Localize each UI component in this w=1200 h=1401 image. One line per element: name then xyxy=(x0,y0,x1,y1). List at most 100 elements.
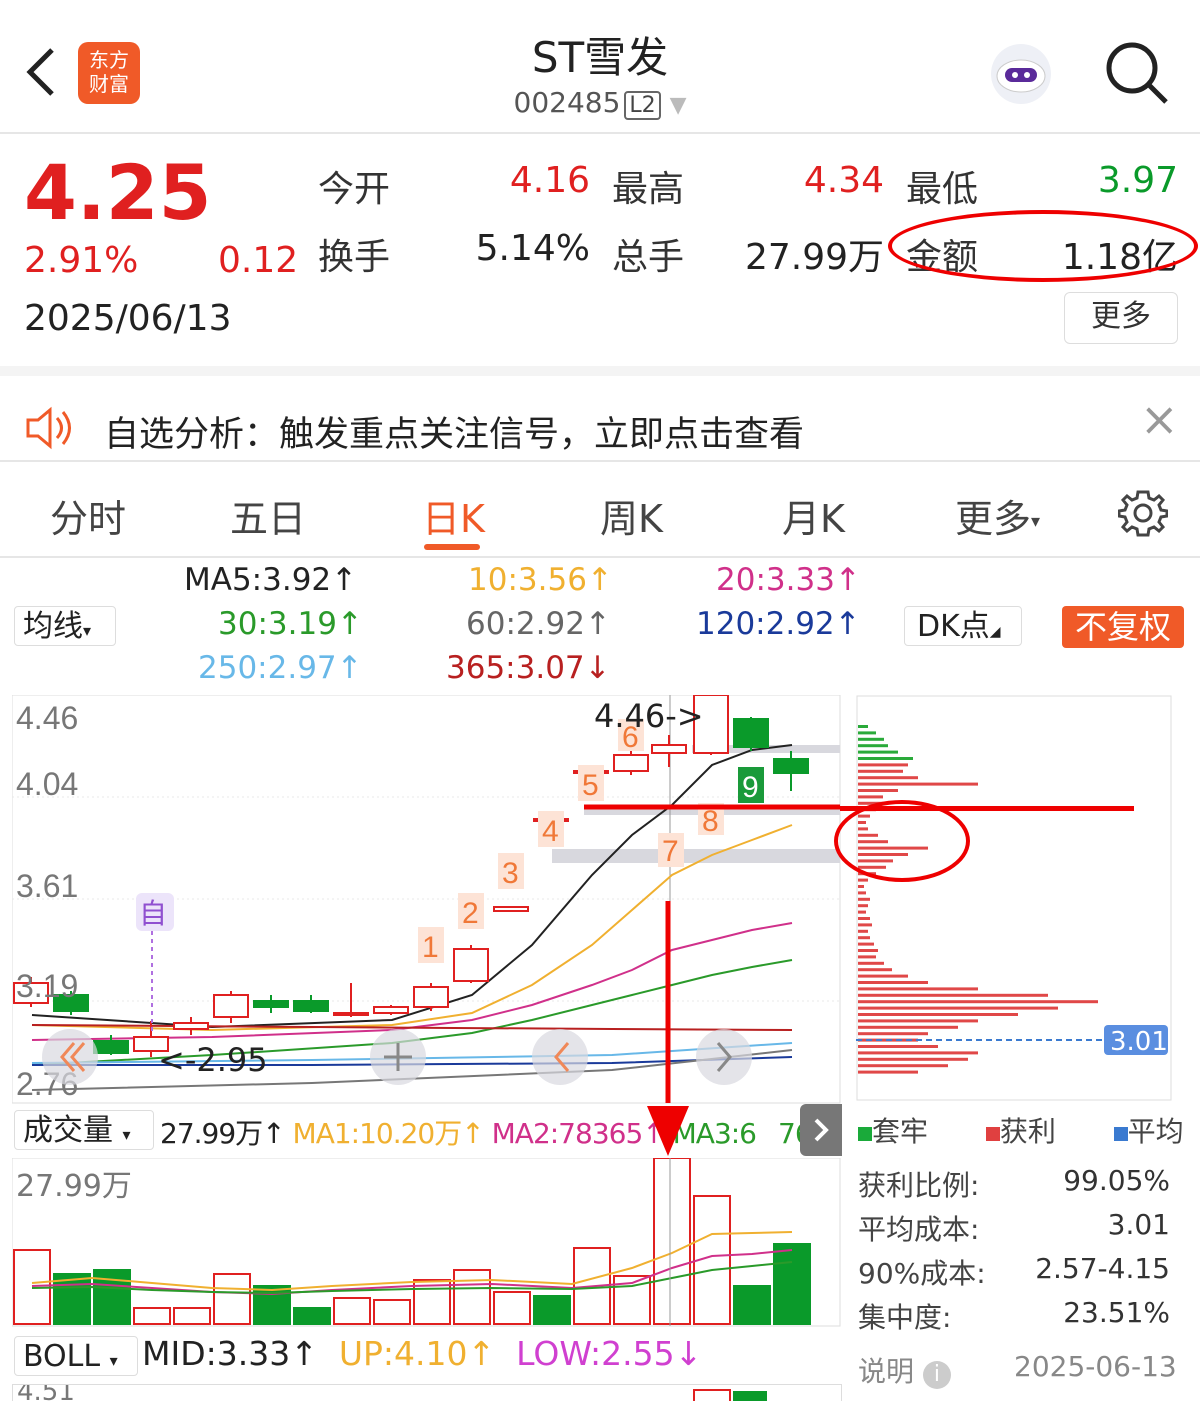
stat-label-profit-ratio: 获利比例: xyxy=(858,1169,980,1202)
volume-bar xyxy=(173,1307,211,1325)
ma120-value: 120:2.92↑ xyxy=(696,606,861,642)
chip-bar xyxy=(858,936,870,940)
chip-bar xyxy=(858,878,868,882)
notice-divider xyxy=(0,460,1200,462)
y-tick-0: 4.46 xyxy=(16,700,78,736)
volume-bar xyxy=(373,1299,411,1325)
dk-point-selector[interactable]: DK点◢ xyxy=(904,606,1022,646)
chip-bar xyxy=(858,776,918,780)
boll-selector[interactable]: BOLL ▾ xyxy=(14,1336,138,1376)
chip-bar xyxy=(858,1032,928,1036)
candle xyxy=(293,1000,329,1012)
speaker-icon xyxy=(24,406,76,454)
marker-1: 1 xyxy=(422,931,439,964)
chip-bar xyxy=(858,769,903,773)
boll-selector-label: BOLL xyxy=(23,1339,101,1374)
caret-down-icon: ▾ xyxy=(83,621,92,640)
volume-value: 27.99万 xyxy=(744,237,884,278)
ma10-value: 10:3.56↑ xyxy=(468,562,613,598)
gear-icon[interactable] xyxy=(1117,488,1169,538)
caret-down-icon: ▾ xyxy=(122,1125,131,1144)
volume-bar xyxy=(653,1158,691,1325)
volume-top-tick: 27.99万 xyxy=(16,1169,132,1204)
volume-selector-label: 成交量 xyxy=(23,1113,113,1148)
chip-bar xyxy=(858,891,866,895)
tab-weekly-k[interactable]: 周K xyxy=(600,488,663,543)
legend-profit: 获利 xyxy=(999,1115,1056,1148)
tab-intraday[interactable]: 分时 xyxy=(50,488,126,543)
high-value: 4.34 xyxy=(803,160,884,201)
boll-indicators: MID:3.33↑ UP:4.10↑ LOW:2.55↓ xyxy=(142,1334,702,1373)
chip-bar xyxy=(858,942,874,946)
marker-7: 7 xyxy=(662,835,679,868)
stat-label-avg-cost: 平均成本: xyxy=(858,1213,980,1246)
volume-selector[interactable]: 成交量 ▾ xyxy=(14,1110,154,1150)
chip-bar xyxy=(858,981,928,984)
boll-mid: MID:3.33↑ xyxy=(142,1334,318,1373)
tab-more[interactable]: 更多▾ xyxy=(955,488,1040,543)
chip-bar xyxy=(858,955,876,959)
chip-bar xyxy=(858,757,913,760)
last-price: 4.25 xyxy=(24,148,212,237)
chip-bar xyxy=(858,1006,1058,1010)
volume-label: 总手 xyxy=(612,237,685,278)
stat-value-avg-cost: 3.01 xyxy=(1107,1208,1170,1241)
candle xyxy=(253,1000,289,1008)
close-icon[interactable]: × xyxy=(1140,392,1179,446)
chip-distribution-chart[interactable]: 3.01 xyxy=(856,695,1172,1101)
chip-bar xyxy=(858,885,864,888)
volume-chart[interactable]: 27.99万 xyxy=(12,1158,842,1328)
candle xyxy=(773,758,809,774)
search-icon[interactable] xyxy=(1104,40,1170,106)
tab-five-day[interactable]: 五日 xyxy=(230,488,306,543)
chip-bar xyxy=(858,923,872,927)
chip-note-link[interactable]: 说明 i xyxy=(858,1350,951,1390)
chip-bar xyxy=(858,725,868,728)
candle xyxy=(173,1022,209,1030)
chevron-down-icon: ▼ xyxy=(669,93,687,118)
chip-bar xyxy=(858,795,883,799)
more-quote-button[interactable]: 更多 xyxy=(1064,292,1178,344)
chip-bar xyxy=(858,1019,978,1023)
chip-bar xyxy=(858,763,908,767)
chip-bar xyxy=(858,1057,968,1061)
candle xyxy=(413,986,449,1008)
boll-partial-tick: 4.51 xyxy=(17,1384,75,1401)
expand-panel-button[interactable] xyxy=(800,1104,842,1156)
kline-chart[interactable]: 1 2 3 4 5 6 7 8 9 自 4.46 4.04 3.61 3.19 … xyxy=(12,695,842,1105)
volume-arrow xyxy=(645,1098,691,1158)
tabs-divider xyxy=(0,556,1200,558)
chip-legend: 套牢 获利 平均 xyxy=(858,1110,1184,1150)
chip-bar xyxy=(858,1000,1098,1004)
volume-bar xyxy=(773,1243,811,1325)
chip-bar xyxy=(858,789,898,792)
vol-ma1: MA1:10.20万↑ xyxy=(292,1117,485,1150)
volume-bar xyxy=(333,1297,371,1325)
robot-assistant-icon[interactable] xyxy=(985,38,1057,110)
chip-bar xyxy=(858,904,868,908)
no-adjust-button[interactable]: 不复权 xyxy=(1062,606,1184,648)
marker-3: 3 xyxy=(502,857,519,890)
chip-bar xyxy=(858,910,866,914)
ma5-value: MA5:3.92↑ xyxy=(184,562,358,598)
tab-monthly-k[interactable]: 月K xyxy=(782,488,845,543)
caret-corner-icon: ◢ xyxy=(989,624,1001,640)
ma250-value: 250:2.97↑ xyxy=(198,650,363,686)
notice-bar[interactable]: 自选分析：触发重点关注信号，立即点击查看 × xyxy=(0,366,1200,462)
tab-daily-k[interactable]: 日K xyxy=(422,488,485,543)
avg-cost-tag: 3.01 xyxy=(1110,1027,1168,1057)
ma-selector[interactable]: 均线▾ xyxy=(14,606,116,646)
stat-value-concentration: 23.51% xyxy=(1063,1296,1170,1329)
caret-down-icon: ▾ xyxy=(1031,511,1041,532)
low-marker: <-2.95 xyxy=(158,1041,268,1079)
candle xyxy=(493,906,529,912)
level-badge: L2 xyxy=(624,91,661,120)
candle xyxy=(453,948,489,982)
boll-up: UP:4.10↑ xyxy=(338,1334,496,1373)
chip-bar xyxy=(858,987,978,991)
chip-bar xyxy=(858,993,1048,997)
high-label: 最高 xyxy=(612,169,685,210)
turnover-value: 5.14% xyxy=(475,228,590,269)
chip-bar xyxy=(858,744,888,748)
chip-bar xyxy=(858,1064,948,1068)
